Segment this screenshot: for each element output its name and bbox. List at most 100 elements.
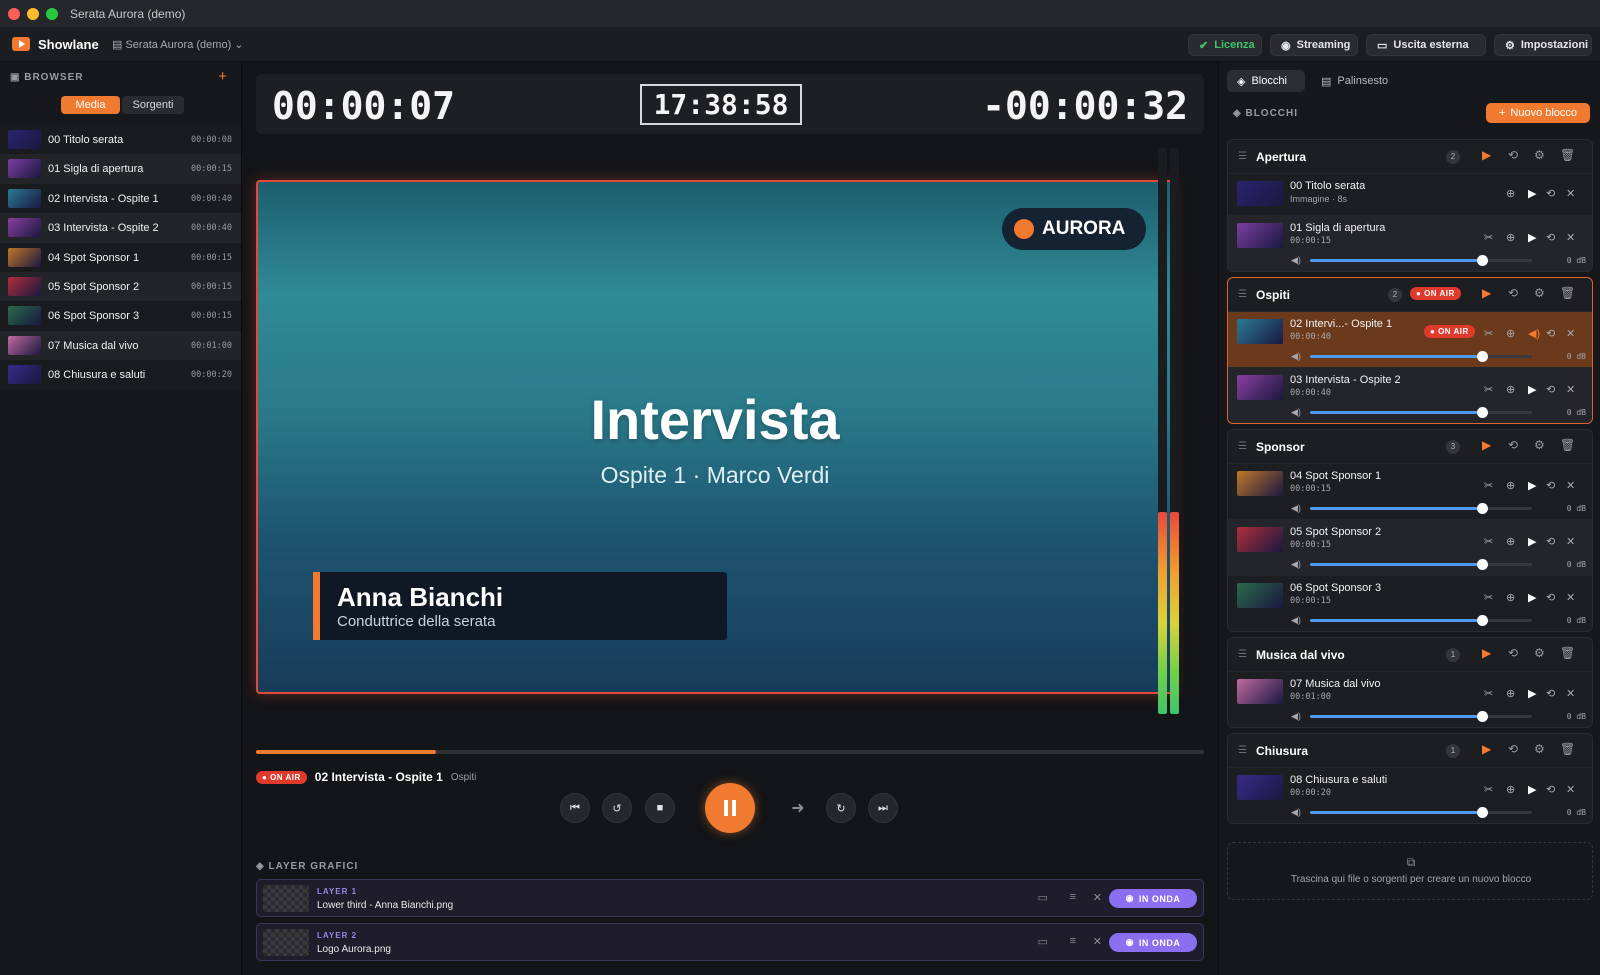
block-group-header[interactable]: ☰ Sponsor 3 ▶ ⟲ ⚙ 🗑	[1228, 430, 1592, 463]
graphic-layer[interactable]: LAYER 1 Lower third - Anna Bianchi.png ▭…	[256, 879, 1204, 917]
target-icon[interactable]: ⊕	[1506, 327, 1515, 340]
rewind-10-button[interactable]: ↺	[602, 793, 632, 823]
folder-icon[interactable]: ▭	[1038, 891, 1048, 904]
volume-slider-knob[interactable]	[1477, 559, 1488, 570]
drag-handle-icon[interactable]: ☰	[1238, 649, 1247, 660]
scissors-icon[interactable]: ✂	[1484, 327, 1493, 340]
play-icon[interactable]: ▶	[1528, 591, 1536, 604]
next-cue-button[interactable]: ➜	[783, 793, 813, 823]
target-icon[interactable]: ⊕	[1506, 687, 1515, 700]
media-item[interactable]: 00 Titolo serata 00:00:08	[0, 125, 241, 155]
loop-icon[interactable]: ⟲	[1508, 148, 1518, 162]
target-icon[interactable]: ⊕	[1506, 479, 1515, 492]
license-button[interactable]: ✔ Licenza	[1188, 34, 1262, 56]
volume-slider-knob[interactable]	[1477, 615, 1488, 626]
close-icon[interactable]: ✕	[1566, 535, 1575, 548]
drag-handle-icon[interactable]: ☰	[1238, 441, 1247, 452]
gear-icon[interactable]: ⚙	[1534, 148, 1545, 162]
scissors-icon[interactable]: ✂	[1484, 687, 1493, 700]
external-output-button[interactable]: ▭ Uscita esterna	[1366, 34, 1486, 56]
new-block-button[interactable]: + Nuovo blocco	[1486, 103, 1590, 123]
close-icon[interactable]: ✕	[1566, 479, 1575, 492]
volume-slider-knob[interactable]	[1477, 711, 1488, 722]
tab-sources[interactable]: Sorgenti	[122, 96, 184, 114]
graphic-layer[interactable]: LAYER 2 Logo Aurora.png ▭ ≡ ✕ ◉ IN ONDA	[256, 923, 1204, 961]
target-icon[interactable]: ⊕	[1506, 783, 1515, 796]
block-item[interactable]: 00 Titolo serata Immagine · 8s ⊕ ▶ ⟲ ✕	[1228, 173, 1592, 215]
target-icon[interactable]: ⊕	[1506, 231, 1515, 244]
scissors-icon[interactable]: ✂	[1484, 783, 1493, 796]
play-icon[interactable]: ▶	[1528, 383, 1536, 396]
block-group-header[interactable]: ☰ Chiusura 1 ▶ ⟲ ⚙ 🗑	[1228, 734, 1592, 767]
target-icon[interactable]: ⊕	[1506, 187, 1515, 200]
loop-icon[interactable]: ⟲	[1508, 742, 1518, 756]
trash-icon[interactable]: 🗑	[1560, 148, 1575, 162]
volume-slider[interactable]	[1310, 407, 1532, 418]
close-icon[interactable]: ✕	[1566, 187, 1575, 200]
on-air-layer-button[interactable]: ◉ IN ONDA	[1109, 889, 1197, 908]
volume-slider-knob[interactable]	[1477, 807, 1488, 818]
media-item[interactable]: 07 Musica dal vivo 00:01:00	[0, 330, 241, 361]
close-icon[interactable]: ✕	[1093, 891, 1102, 904]
folder-icon[interactable]: ▭	[1038, 935, 1048, 948]
block-group-header[interactable]: ☰ Ospiti 2 ● ON AIR ▶ ⟲ ⚙ 🗑	[1228, 278, 1592, 311]
loop-icon[interactable]: ⟲	[1546, 687, 1555, 700]
close-icon[interactable]: ✕	[1566, 687, 1575, 700]
volume-slider-knob[interactable]	[1477, 255, 1488, 266]
minimize-window-button[interactable]	[27, 8, 39, 20]
volume-slider[interactable]	[1310, 351, 1532, 362]
scissors-icon[interactable]: ✂	[1484, 479, 1493, 492]
loop-icon[interactable]: ⟲	[1546, 591, 1555, 604]
settings-button[interactable]: ⚙ Impostazioni	[1494, 34, 1592, 56]
stop-button[interactable]: ■	[645, 793, 675, 823]
sliders-icon[interactable]: ≡	[1070, 935, 1076, 947]
media-item[interactable]: 04 Spot Sponsor 1 00:00:15	[0, 242, 241, 273]
loop-icon[interactable]: ⟲	[1546, 383, 1555, 396]
volume-slider-knob[interactable]	[1477, 407, 1488, 418]
play-icon[interactable]: ▶	[1482, 148, 1491, 162]
sliders-icon[interactable]: ≡	[1070, 891, 1076, 903]
loop-icon[interactable]: ⟲	[1508, 286, 1518, 300]
volume-slider[interactable]	[1310, 503, 1532, 514]
tab-blocks[interactable]: ◈ Blocchi	[1227, 70, 1305, 92]
drag-handle-icon[interactable]: ☰	[1238, 289, 1247, 300]
gear-icon[interactable]: ⚙	[1534, 742, 1545, 756]
loop-icon[interactable]: ⟲	[1546, 327, 1555, 340]
streaming-button[interactable]: ◉ Streaming	[1270, 34, 1358, 56]
loop-icon[interactable]: ⟲	[1546, 783, 1555, 796]
trash-icon[interactable]: 🗑	[1560, 742, 1575, 756]
volume-slider-knob[interactable]	[1477, 503, 1488, 514]
gear-icon[interactable]: ⚙	[1534, 646, 1545, 660]
volume-slider[interactable]	[1310, 711, 1532, 722]
media-item[interactable]: 02 Intervista - Ospite 1 00:00:40	[0, 183, 241, 214]
speaker-icon[interactable]: ◀)	[1528, 327, 1540, 340]
media-item[interactable]: 03 Intervista - Ospite 2 00:00:40	[0, 213, 241, 244]
close-window-button[interactable]	[8, 8, 20, 20]
loop-icon[interactable]: ⟲	[1508, 646, 1518, 660]
play-icon[interactable]: ▶	[1482, 286, 1491, 300]
play-icon[interactable]: ▶	[1482, 646, 1491, 660]
volume-slider[interactable]	[1310, 559, 1532, 570]
scissors-icon[interactable]: ✂	[1484, 383, 1493, 396]
project-selector[interactable]: ▤ Serata Aurora (demo) ⌄	[112, 38, 244, 51]
block-item[interactable]: 02 Intervi...- Ospite 1 00:00:40 ● ON AIR…	[1228, 311, 1592, 367]
volume-slider-knob[interactable]	[1477, 351, 1488, 362]
close-icon[interactable]: ✕	[1093, 935, 1102, 948]
play-icon[interactable]: ▶	[1528, 231, 1536, 244]
tab-schedule[interactable]: ▤ Palinsesto	[1311, 70, 1398, 92]
close-icon[interactable]: ✕	[1566, 231, 1575, 244]
volume-slider[interactable]	[1310, 615, 1532, 626]
gear-icon[interactable]: ⚙	[1534, 286, 1545, 300]
loop-icon[interactable]: ⟲	[1546, 479, 1555, 492]
loop-icon[interactable]: ⟲	[1546, 535, 1555, 548]
loop-icon[interactable]: ⟲	[1546, 231, 1555, 244]
add-media-button[interactable]: +	[218, 68, 227, 85]
previous-button[interactable]: ⏮	[560, 793, 590, 823]
on-air-layer-button[interactable]: ◉ IN ONDA	[1109, 933, 1197, 952]
media-item[interactable]: 06 Spot Sponsor 3 00:00:15	[0, 301, 241, 332]
target-icon[interactable]: ⊕	[1506, 591, 1515, 604]
trash-icon[interactable]: 🗑	[1560, 438, 1575, 452]
drag-handle-icon[interactable]: ☰	[1238, 745, 1247, 756]
trash-icon[interactable]: 🗑	[1560, 646, 1575, 660]
tab-media[interactable]: Media	[61, 96, 120, 114]
